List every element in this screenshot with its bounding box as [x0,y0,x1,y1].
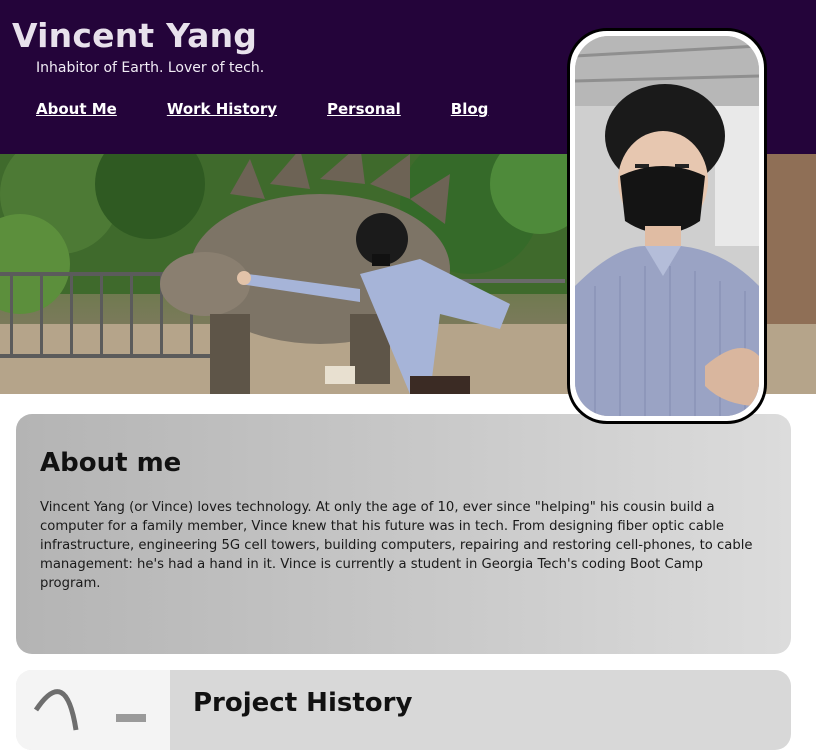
nav-link-about-me[interactable]: About Me [36,100,117,118]
project-thumbnail-image [16,670,170,750]
main-nav: About Me Work History Personal Blog [36,100,538,118]
profile-photo [575,36,759,416]
nav-link-blog[interactable]: Blog [451,100,489,118]
about-me-text: Vincent Yang (or Vince) loves technology… [40,500,753,591]
profile-photo-frame [567,28,767,424]
nav-link-personal[interactable]: Personal [327,100,401,118]
profile-photo-illustration [575,36,759,416]
about-me-heading: About me [40,448,182,478]
lamp-illustration [16,670,170,750]
about-me-section: About me Vincent Yang (or Vince) loves t… [16,414,791,654]
site-subtitle: Inhabitor of Earth. Lover of tech. [36,60,265,76]
project-history-heading: Project History [193,688,413,718]
project-history-section: Project History [16,670,791,750]
site-title: Vincent Yang [12,16,258,55]
nav-link-work-history[interactable]: Work History [167,100,277,118]
